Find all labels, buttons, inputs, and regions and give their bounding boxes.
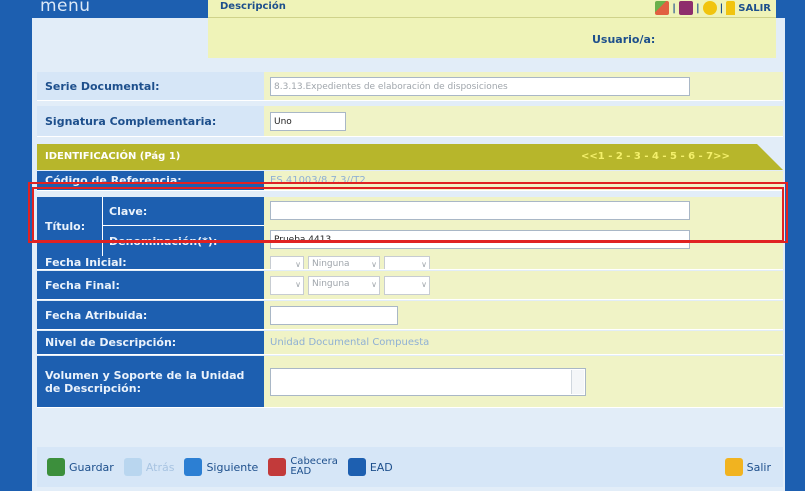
signatura-field[interactable]: Uno bbox=[270, 111, 346, 131]
help-icon[interactable] bbox=[702, 1, 717, 15]
fecha-atribuida-field[interactable] bbox=[270, 305, 398, 325]
arrow-right-icon bbox=[184, 458, 203, 476]
clave-label: Clave: bbox=[103, 197, 264, 226]
clave-field[interactable] bbox=[270, 201, 690, 220]
back-button-label: Atrás bbox=[145, 460, 175, 474]
row-signatura: Signatura Complementaria: Uno bbox=[37, 106, 783, 137]
right-border bbox=[785, 0, 805, 491]
next-button[interactable]: Siguiente bbox=[184, 458, 258, 476]
next-button-label: Siguiente bbox=[206, 460, 259, 474]
separator: | bbox=[719, 2, 724, 14]
row-volumen-soporte: Volumen y Soporte de la Unidad de Descri… bbox=[37, 356, 783, 408]
exit-button[interactable]: Salir bbox=[724, 458, 771, 476]
eye-icon bbox=[347, 458, 366, 476]
fecha-final-label: Fecha Final: bbox=[37, 271, 264, 299]
main-content: menu Descripción | | | SALIR Usuario/a: … bbox=[28, 0, 788, 491]
row-nivel-descripcion: Nivel de Descripción: Unidad Documental … bbox=[37, 331, 783, 355]
row-fecha-atribuida: Fecha Atribuida: bbox=[37, 301, 783, 330]
titulo-label: Título: bbox=[37, 197, 103, 256]
save-button-label: Guardar bbox=[69, 460, 114, 474]
back-button[interactable]: Atrás bbox=[123, 458, 175, 476]
cabecera-ead-button[interactable]: Cabecera EAD bbox=[268, 457, 338, 477]
tab-descripcion-label: Descripción bbox=[220, 1, 286, 12]
nivel-label: Nivel de Descripción: bbox=[37, 331, 264, 354]
fecha-inicial-label: Fecha Inicial: bbox=[37, 256, 264, 269]
row-fecha-inicial: Fecha Inicial: Ninguna bbox=[37, 256, 783, 270]
menu-link[interactable]: menu bbox=[40, 0, 91, 16]
floppy-disk-icon bbox=[47, 458, 65, 476]
separator: | bbox=[695, 2, 700, 14]
codigo-label: Código de Referencia: bbox=[37, 171, 264, 190]
fecha-final-month-select[interactable]: Ninguna bbox=[308, 275, 380, 295]
serie-label: Serie Documental: bbox=[37, 72, 264, 100]
top-bar: menu Descripción | | | SALIR bbox=[32, 0, 785, 18]
exit-icon[interactable] bbox=[726, 1, 736, 15]
left-fill bbox=[32, 18, 208, 58]
user-bar: Usuario/a: bbox=[208, 18, 776, 58]
fecha-inicial-day-select[interactable] bbox=[270, 256, 304, 269]
denominacion-field[interactable]: Prueba 4413 bbox=[270, 230, 690, 249]
exit-button-label: Salir bbox=[746, 460, 771, 474]
exit-link[interactable]: SALIR bbox=[738, 3, 771, 14]
volumen-textarea[interactable] bbox=[270, 367, 586, 396]
nivel-value: Unidad Documental Compuesta bbox=[270, 337, 430, 348]
page-navigator[interactable]: <<1 - 2 - 3 - 4 - 5 - 6 - 7>> bbox=[581, 151, 730, 162]
arrow-left-icon bbox=[123, 458, 142, 476]
code-icon bbox=[268, 458, 287, 476]
save-button[interactable]: Guardar bbox=[47, 458, 114, 476]
titulo-group: Título: Clave: Denominación(*): Prueba 4… bbox=[37, 197, 783, 256]
row-codigo-referencia: Código de Referencia: ES.41003/8.7.3//T2 bbox=[37, 171, 783, 191]
section-header-identificacion: IDENTIFICACIÓN (Pág 1) <<1 - 2 - 3 - 4 -… bbox=[37, 144, 783, 170]
fecha-final-year-select[interactable] bbox=[384, 275, 430, 295]
row-fecha-final: Fecha Final: Ninguna bbox=[37, 271, 783, 300]
cabecera-label-line2: EAD bbox=[290, 466, 312, 477]
row-serie-documental: Serie Documental: 8.3.13.Expedientes de … bbox=[37, 72, 783, 101]
ead-button[interactable]: EAD bbox=[347, 458, 393, 476]
return-arrow-icon bbox=[724, 458, 743, 476]
fecha-atribuida-label: Fecha Atribuida: bbox=[37, 301, 264, 329]
serie-field[interactable]: 8.3.13.Expedientes de elaboración de dis… bbox=[270, 76, 690, 96]
volumen-label: Volumen y Soporte de la Unidad de Descri… bbox=[37, 356, 264, 407]
codigo-value: ES.41003/8.7.3//T2 bbox=[270, 175, 366, 186]
section-title: IDENTIFICACIÓN (Pág 1) bbox=[45, 151, 181, 162]
book-icon[interactable] bbox=[678, 1, 693, 15]
user-label: Usuario/a: bbox=[592, 33, 656, 46]
separator: | bbox=[672, 2, 676, 14]
bottom-toolbar: Guardar Atrás Siguiente Cabecera EAD EAD bbox=[37, 447, 783, 487]
app-window: menu Descripción | | | SALIR Usuario/a: … bbox=[0, 0, 805, 491]
fecha-final-day-select[interactable] bbox=[270, 275, 304, 295]
tree-icon[interactable] bbox=[655, 1, 670, 15]
denominacion-label: Denominación(*): bbox=[103, 226, 264, 256]
left-border bbox=[0, 0, 32, 491]
fecha-inicial-year-select[interactable] bbox=[384, 256, 430, 269]
fecha-inicial-month-select[interactable]: Ninguna bbox=[308, 256, 380, 269]
signatura-label: Signatura Complementaria: bbox=[37, 106, 264, 136]
section-corner bbox=[757, 144, 783, 170]
top-icons: | | | SALIR bbox=[655, 1, 771, 15]
ead-button-label: EAD bbox=[369, 460, 393, 474]
